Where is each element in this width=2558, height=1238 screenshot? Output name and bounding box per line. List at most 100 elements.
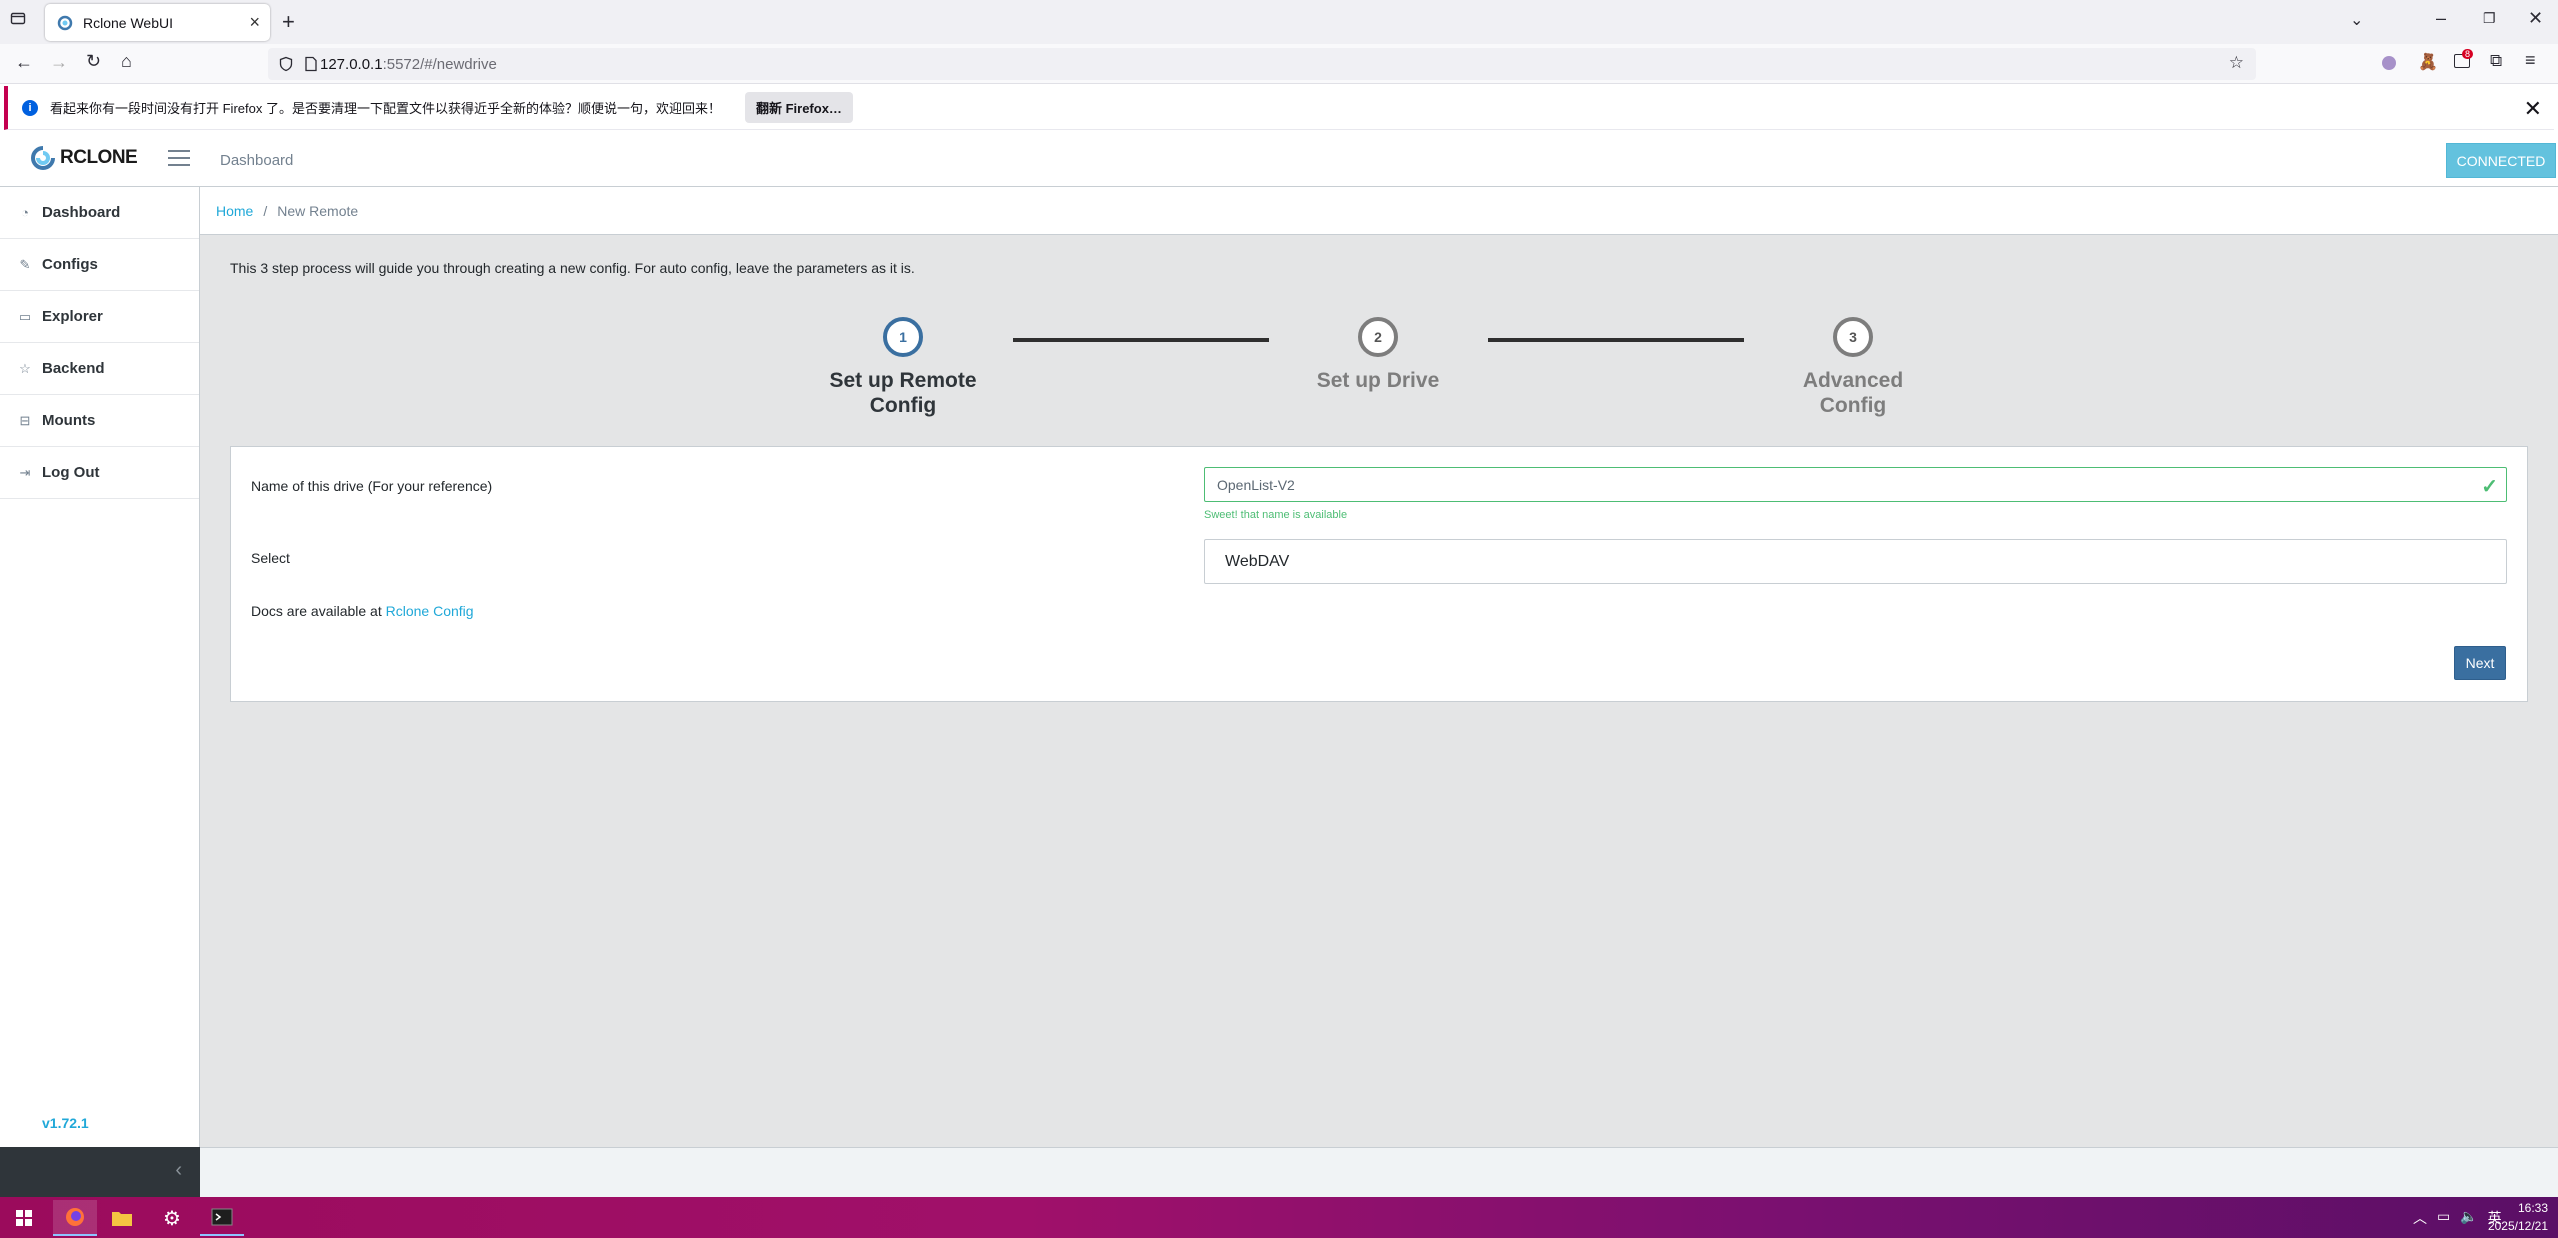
step-2-label-line1: Set up Drive: [1316, 369, 1440, 392]
clock-time: 16:33: [2517, 1201, 2548, 1215]
chevron-up-icon[interactable]: ︿: [2413, 1208, 2427, 1228]
taskbar-firefox-icon[interactable]: [53, 1200, 97, 1236]
window-close-icon[interactable]: ✕: [2528, 8, 2543, 29]
step-3-label-line2: Config: [1819, 394, 1887, 417]
sidebar-item-logout[interactable]: ⇥ Log Out: [0, 447, 199, 499]
sidebar-item-explorer[interactable]: ▭ Explorer: [0, 291, 199, 343]
docs-text: Docs are available at Rclone Config: [251, 603, 474, 619]
pencil-square-icon: ✎: [19, 256, 31, 272]
version-label: v1.72.1: [42, 1115, 89, 1131]
rclone-logo-icon: [31, 146, 55, 170]
drive-name-value: OpenList-V2: [1217, 476, 1295, 493]
sidebar-toggle-icon[interactable]: [168, 150, 190, 166]
intro-text: This 3 step process will guide you throu…: [230, 260, 915, 276]
sidebar-minimizer[interactable]: ‹: [0, 1147, 200, 1197]
sidebar-item-label: Mounts: [42, 412, 96, 429]
tab-title: Rclone WebUI: [83, 14, 174, 31]
bookmark-star-icon[interactable]: ☆: [2229, 53, 2244, 73]
sidebar-item-label: Backend: [42, 360, 105, 377]
rclone-favicon-icon: [57, 15, 73, 30]
step-1-circle: 1: [883, 317, 923, 357]
url-text: 127.0.0.1:5572/#/newdrive: [320, 56, 497, 73]
sidebar-item-mounts[interactable]: ⊟ Mounts: [0, 395, 199, 447]
chevron-left-icon[interactable]: ‹: [175, 1159, 182, 1182]
logo-text: RCLONE: [60, 147, 138, 168]
breadcrumb-home-link[interactable]: Home: [216, 203, 253, 219]
network-icon[interactable]: ▭: [2437, 1208, 2450, 1228]
shield-icon[interactable]: [278, 56, 294, 72]
connected-status-button[interactable]: CONNECTED: [2446, 143, 2556, 178]
docs-prefix: Docs are available at: [251, 603, 386, 619]
step-connector-1: [1013, 338, 1269, 342]
sidebar-item-configs[interactable]: ✎ Configs: [0, 239, 199, 291]
step-3-label-line1: Advanced: [1802, 369, 1904, 392]
drive-name-input[interactable]: OpenList-V2 ✓: [1204, 467, 2507, 502]
provider-select-value: WebDAV: [1225, 552, 1290, 570]
sidebar-item-label: Configs: [42, 256, 98, 273]
url-path: :5572/#/newdrive: [382, 55, 497, 73]
tab-close-icon[interactable]: ×: [249, 12, 260, 33]
sidebar-item-label: Explorer: [42, 308, 103, 325]
browser-tab-strip: [0, 0, 2558, 44]
browser-tab[interactable]: Rclone WebUI ×: [45, 4, 270, 41]
sidebar-item-label: Log Out: [42, 464, 100, 481]
step-3-number: 3: [1849, 329, 1857, 345]
home-icon[interactable]: ⌂: [121, 51, 132, 72]
rclone-config-link[interactable]: Rclone Config: [386, 603, 474, 619]
app-footer: [200, 1147, 2558, 1197]
step-3-circle: 3: [1833, 317, 1873, 357]
step-1-label-line1: Set up Remote: [829, 369, 977, 392]
select-label: Select: [251, 550, 290, 566]
sidebar-item-label: Dashboard: [42, 204, 121, 221]
drive-name-label: Name of this drive (For your reference): [251, 478, 493, 494]
minimize-icon[interactable]: –: [2436, 8, 2446, 29]
restore-icon[interactable]: ❐: [2483, 10, 2496, 27]
step-1-number: 1: [899, 329, 907, 345]
sidebar: ◔ Dashboard ✎ Configs ▭ Explorer ☆ Backe…: [0, 187, 200, 1147]
tab-list-icon[interactable]: [10, 10, 26, 31]
provider-select[interactable]: WebDAV: [1204, 539, 2507, 584]
url-host: 127.0.0.1: [320, 55, 383, 73]
taskbar-file-explorer-icon[interactable]: [100, 1200, 144, 1236]
refresh-firefox-button[interactable]: 翻新 Firefox…: [744, 92, 853, 123]
page-icon[interactable]: [304, 56, 318, 72]
logout-icon: ⇥: [19, 464, 31, 480]
monitor-icon: ▭: [18, 308, 32, 324]
drive-icon: ⊟: [19, 412, 31, 428]
breadcrumb-current: New Remote: [277, 202, 359, 219]
clock[interactable]: 16:33 2025/12/21: [2488, 1199, 2548, 1235]
breadcrumb-separator: /: [263, 202, 268, 219]
sidebar-item-backend[interactable]: ☆ Backend: [0, 343, 199, 395]
taskbar-terminal-icon[interactable]: [200, 1200, 244, 1236]
extension-purple-icon[interactable]: [2382, 56, 2396, 70]
taskbar: [0, 1197, 2558, 1238]
notification-bar: i 看起来你有一段时间没有打开 Firefox 了。是否要清理一下配置文件以获得…: [4, 86, 2554, 130]
breadcrumb: Home / New Remote: [200, 187, 2558, 235]
step-connector-2: [1488, 338, 1744, 342]
extension-badge: 8: [2462, 49, 2474, 59]
url-bar[interactable]: 127.0.0.1:5572/#/newdrive ☆: [268, 48, 2256, 80]
step-1-label-line2: Config: [869, 394, 937, 417]
start-windows-icon[interactable]: [2, 1200, 46, 1236]
menu-icon[interactable]: ≡: [2525, 50, 2536, 71]
step-2-circle: 2: [1358, 317, 1398, 357]
back-icon[interactable]: ←: [15, 52, 33, 73]
notification-close-icon[interactable]: ✕: [2524, 96, 2542, 122]
chevron-down-icon[interactable]: ⌄: [2350, 10, 2363, 30]
speedometer-icon: ◔: [21, 205, 29, 220]
new-tab-icon[interactable]: +: [282, 9, 295, 35]
info-icon: i: [22, 99, 38, 116]
reload-icon[interactable]: ↻: [86, 51, 101, 72]
rclone-logo[interactable]: RCLONE: [30, 145, 138, 171]
next-button[interactable]: Next: [2454, 646, 2506, 680]
extension-bear-icon[interactable]: 🧸: [2418, 52, 2438, 72]
sidebar-item-dashboard[interactable]: ◔ Dashboard: [0, 187, 199, 239]
forward-icon[interactable]: →: [50, 52, 68, 73]
step-2-number: 2: [1374, 329, 1382, 345]
taskbar-settings-icon[interactable]: ⚙: [150, 1200, 194, 1236]
name-valid-message: Sweet! that name is available: [1204, 509, 1348, 521]
notification-message: 看起来你有一段时间没有打开 Firefox 了。是否要清理一下配置文件以获得近乎…: [50, 101, 721, 116]
header-dashboard-link[interactable]: Dashboard: [220, 152, 293, 169]
extensions-puzzle-icon[interactable]: ⧉: [2490, 51, 2502, 71]
volume-icon[interactable]: 🔈: [2460, 1208, 2477, 1228]
